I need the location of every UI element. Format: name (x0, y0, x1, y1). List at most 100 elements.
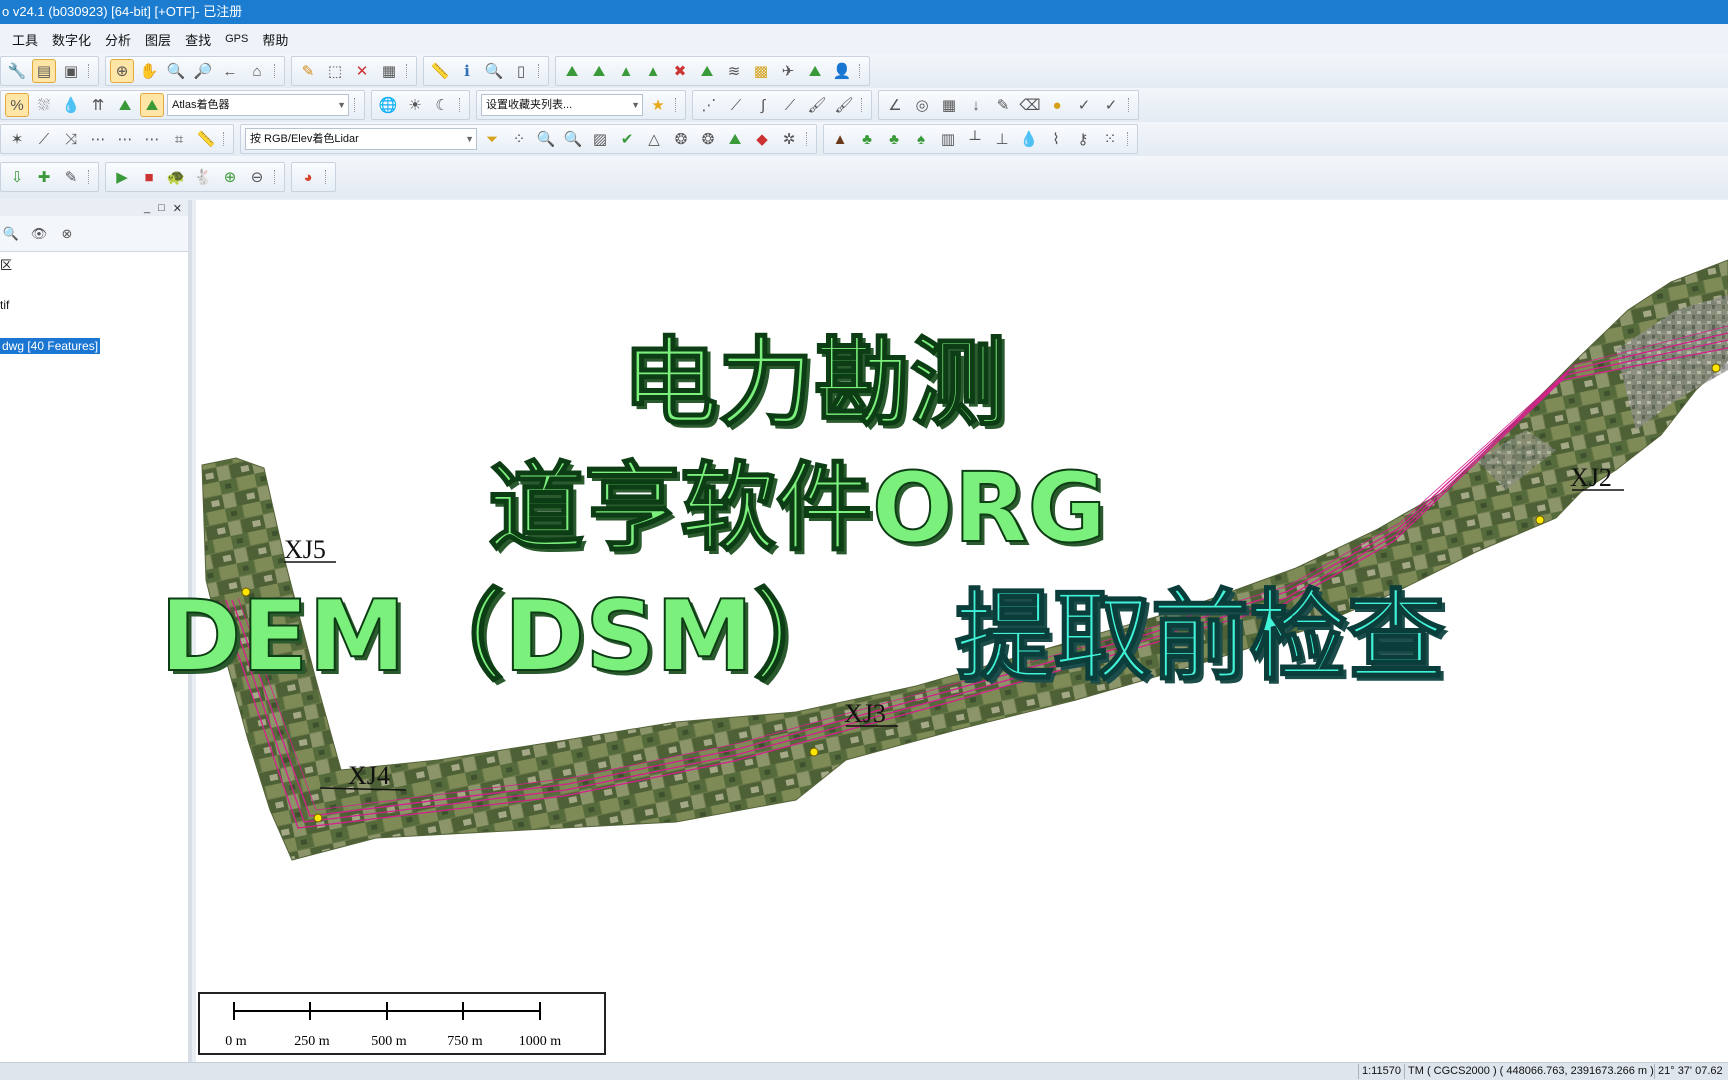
line-segment-icon[interactable]: ⟋ (32, 127, 56, 151)
moon-icon[interactable]: ☾ (430, 93, 454, 117)
split-icon[interactable]: ⤨ (59, 127, 83, 151)
layer-item[interactable]: tif (0, 298, 9, 312)
back-arrow-icon[interactable]: ← (218, 59, 242, 83)
download-icon[interactable]: ⇩ (5, 165, 29, 189)
layer-search-icon[interactable]: 🔍 (0, 223, 22, 245)
favorites-combo[interactable]: 设置收藏夹列表... ▼ (481, 94, 643, 116)
water-level-icon[interactable]: ⛆ (32, 93, 56, 117)
check-edit-icon[interactable]: ✓ (1099, 93, 1123, 117)
tower-marker-xj1[interactable] (1711, 363, 1721, 373)
eraser-icon[interactable]: ⌫ (1018, 93, 1042, 117)
rabbit-icon[interactable]: 🐇 (191, 165, 215, 189)
menu-item[interactable]: 查找 (185, 30, 221, 49)
pencil-icon[interactable]: ✎ (296, 59, 320, 83)
contour-icon[interactable]: ⛰ (587, 59, 611, 83)
plane-icon[interactable]: ✈ (776, 59, 800, 83)
vertex-icon[interactable]: ⋯ (86, 127, 110, 151)
target-icon[interactable]: ◎ (910, 93, 934, 117)
crop-icon[interactable]: ⌗ (167, 127, 191, 151)
zoom-out-icon[interactable]: 🔎 (191, 59, 215, 83)
turtle-icon[interactable]: 🐢 (164, 165, 188, 189)
shader-combo[interactable]: Atlas着色器 ▼ (167, 94, 349, 116)
shader-toggle-icon[interactable]: % (5, 93, 29, 117)
point-cloud-icon[interactable]: ⁘ (507, 127, 531, 151)
overview-icon[interactable]: ▣ (59, 59, 83, 83)
building-icon[interactable]: ▥ (936, 127, 960, 151)
check-icon[interactable]: ✓ (1072, 93, 1096, 117)
wrench-icon[interactable]: 🔧 (5, 59, 29, 83)
volume-icon[interactable]: ▲ (614, 59, 638, 83)
stop-icon[interactable]: ■ (137, 165, 161, 189)
cut-fill-icon[interactable]: ▲ (641, 59, 665, 83)
water-icon[interactable]: 💧 (1017, 127, 1041, 151)
maximize-icon[interactable]: □ (158, 202, 165, 214)
combine-terrain-icon[interactable]: ⛰ (803, 59, 827, 83)
layer-item[interactable]: 区 (0, 256, 12, 273)
puzzle-icon[interactable]: ✚ (32, 165, 56, 189)
dotted-line-icon[interactable]: ⋰ (697, 93, 721, 117)
med-veg-icon[interactable]: ♣ (882, 127, 906, 151)
layers-icon[interactable]: ◆ (750, 127, 774, 151)
select-rect-icon[interactable]: ⬚ (323, 59, 347, 83)
menu-item[interactable]: 工具 (12, 30, 48, 49)
tower-marker-xj3[interactable] (809, 747, 819, 757)
pole-icon[interactable]: ┴ (963, 127, 987, 151)
brush-icon[interactable]: 🖌 (805, 93, 829, 117)
globe-icon[interactable]: 🌐 (376, 93, 400, 117)
path-profile-icon[interactable]: ⛰ (695, 59, 719, 83)
menu-item[interactable]: 图层 (145, 30, 181, 49)
area-draw-icon[interactable]: ⟋ (778, 93, 802, 117)
low-veg-icon[interactable]: ♣ (855, 127, 879, 151)
transmission-tower-icon[interactable]: ⊥ (990, 127, 1014, 151)
key-icon[interactable]: ⚷ (1071, 127, 1095, 151)
triangle-icon[interactable]: △ (642, 127, 666, 151)
water-drop-icon[interactable]: 💧 (59, 93, 83, 117)
layer-item[interactable]: dwg [40 Features] (0, 338, 101, 354)
hill-shade-icon[interactable]: ⛰ (113, 93, 137, 117)
edit-brush-icon[interactable]: ✎ (991, 93, 1015, 117)
menu-item[interactable]: 数字化 (52, 30, 101, 49)
view-shed-icon[interactable]: ✖ (668, 59, 692, 83)
noise-icon[interactable]: ✲ (777, 127, 801, 151)
ground-icon[interactable]: ⛰ (723, 127, 747, 151)
eye-icon[interactable]: 👁 (28, 223, 50, 245)
line-draw-icon[interactable]: ⟋ (724, 93, 748, 117)
classify-alt-icon[interactable]: ❂ (696, 127, 720, 151)
measure-ruler-icon[interactable]: 📏 (428, 59, 452, 83)
tree-icon[interactable]: ♠ (909, 127, 933, 151)
lidar-color-combo[interactable]: 按 RGB/Elev着色Lidar ▼ (245, 128, 477, 150)
info-icon[interactable]: ℹ (455, 59, 479, 83)
shader-active-icon[interactable]: ⛰ (140, 93, 164, 117)
remove-layer-icon[interactable]: ⊗ (56, 223, 78, 245)
control-center-icon[interactable]: ▤ (32, 59, 56, 83)
angle-icon[interactable]: ∠ (883, 93, 907, 117)
image-swipe-icon[interactable]: 👤 (830, 59, 854, 83)
terrain-class-icon[interactable]: ▲ (828, 127, 852, 151)
edit-check-icon[interactable]: ✔ (615, 127, 639, 151)
sparkle-icon[interactable]: ✶ (5, 127, 29, 151)
zoom-in-icon[interactable]: 🔍 (164, 59, 188, 83)
star-icon[interactable]: ★ (646, 93, 670, 117)
delete-x-icon[interactable]: ✕ (350, 59, 374, 83)
hatch-icon[interactable]: ▨ (588, 127, 612, 151)
sun-icon[interactable]: ☀ (403, 93, 427, 117)
grid-select-icon[interactable]: ⁙ (1098, 127, 1122, 151)
watershed-icon[interactable]: ≋ (722, 59, 746, 83)
menu-item[interactable]: 帮助 (262, 30, 298, 49)
close-icon[interactable]: ✕ (173, 202, 182, 215)
minimize-icon[interactable]: _ (144, 202, 150, 214)
raster-calc-icon[interactable]: ▩ (749, 59, 773, 83)
brush-alt-icon[interactable]: 🖌 (832, 93, 856, 117)
terrain-analysis-icon[interactable]: ⛰ (560, 59, 584, 83)
remove-track-icon[interactable]: ⊖ (245, 165, 269, 189)
classify-icon[interactable]: ❂ (669, 127, 693, 151)
menu-item[interactable]: GPS (225, 33, 258, 45)
edit-tool-icon[interactable]: ✎ (59, 165, 83, 189)
gps-device-icon[interactable]: ▯ (509, 59, 533, 83)
color-balls-icon[interactable]: ● (1045, 93, 1069, 117)
down-arrow-icon[interactable]: ↓ (964, 93, 988, 117)
table-icon[interactable]: ▦ (377, 59, 401, 83)
home-icon[interactable]: ⌂ (245, 59, 269, 83)
tower-marker-xj4[interactable] (313, 813, 323, 823)
filter-icon[interactable]: ⏷ (480, 127, 504, 151)
